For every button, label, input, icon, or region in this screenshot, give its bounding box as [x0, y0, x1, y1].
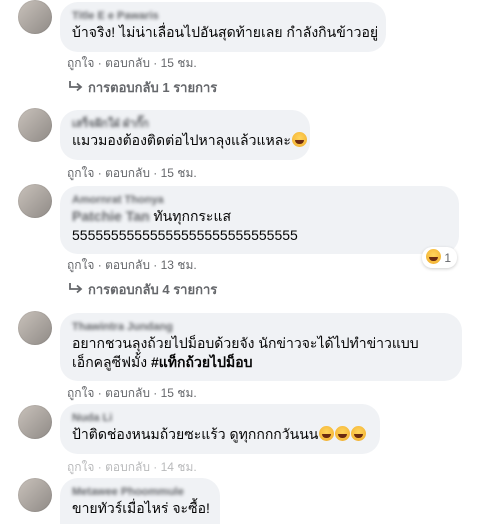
comment-actions: ถูกใจ · ตอบกลับ · 13 ชม. [67, 258, 197, 272]
comment-bubble: Thawintra Jundang อยากชวนลุงถ้วยไปม็อบด้… [60, 313, 462, 381]
comment-text: ป้าติดช่องหนมถ้วยซะแร้ว ดูทุกกกกวันนน [72, 425, 368, 444]
avatar[interactable] [18, 184, 52, 218]
like-link[interactable]: ถูกใจ [67, 166, 94, 180]
avatar[interactable] [18, 311, 52, 345]
view-replies-link[interactable]: การตอบกลับ 1 รายการ [68, 80, 217, 96]
comment-text: ขายทัวร์เมื่อไหร่ จะซื้อ! [72, 500, 210, 516]
comment-time[interactable]: 15 ชม. [161, 56, 197, 70]
tagged-user[interactable]: Patchie Tan [72, 208, 150, 224]
like-link[interactable]: ถูกใจ [67, 56, 94, 70]
hashtag-link[interactable]: #แท็กถ้วยไปม็อบ [151, 354, 253, 370]
reply-arrow-icon [69, 81, 83, 92]
commenter-name[interactable]: เสร็จฝักใฝ่ ฝ่ากั๊ก [72, 117, 298, 131]
reply-link[interactable]: ตอบกลับ [105, 386, 150, 400]
avatar[interactable] [18, 108, 52, 142]
commenter-name[interactable]: Title E e Pawaris [72, 9, 374, 23]
replies-label: การตอบกลับ 1 รายการ [88, 80, 218, 95]
comment-actions: ถูกใจ · ตอบกลับ · 15 ชม. [67, 56, 197, 70]
like-link[interactable]: ถูกใจ [67, 258, 94, 272]
laughing-emoji-icon [351, 426, 367, 441]
comment-actions: ถูกใจ · ตอบกลับ · 15 ชม. [67, 166, 197, 180]
avatar[interactable] [18, 0, 52, 34]
comment-time[interactable]: 14 ชม. [161, 460, 197, 474]
like-link[interactable]: ถูกใจ [67, 386, 94, 400]
comment-actions: ถูกใจ · ตอบกลับ · 15 ชม. [67, 386, 197, 400]
comment-bubble: Title E e Pawaris บ้าจริง! ไม่น่าเลื่อนไ… [60, 2, 386, 52]
avatar[interactable] [18, 478, 52, 512]
laughing-emoji-icon [291, 132, 307, 147]
comment-bubble: Amornrat Thonya Patchie Tan ทันทุกกระแส … [60, 186, 459, 254]
comment-actions: ถูกใจ · ตอบกลับ · 14 ชม. [67, 460, 197, 474]
comment-bubble: เสร็จฝักใฝ่ ฝ่ากั๊ก แมวมองต้องติดต่อไปหา… [60, 110, 310, 160]
comment-text-line2: เอ็กคลูซีฟมั้ง #แท็กถ้วยไปม็อบ [72, 354, 253, 370]
commenter-name[interactable]: Thawintra Jundang [72, 320, 450, 334]
reply-link[interactable]: ตอบกลับ [105, 258, 150, 272]
laughing-emoji-icon [319, 426, 335, 441]
comment-text-line2: 55555555555555555555555555555 [72, 227, 298, 243]
comment-text: อยากชวนลุงถ้วยไปม็อบด้วยจัง นักข่าวจะได้… [72, 335, 419, 351]
view-replies-link[interactable]: การตอบกลับ 4 รายการ [68, 282, 217, 298]
laughing-emoji-icon [335, 426, 351, 441]
comment-time[interactable]: 13 ชม. [161, 258, 197, 272]
comment-bubble: Metawee Phoommule ขายทัวร์เมื่อไหร่ จะซื… [60, 478, 220, 524]
comment-text: แมวมองต้องติดต่อไปหาลุงแล้วแหละ [72, 131, 307, 150]
comment-text: บ้าจริง! ไม่น่าเลื่อนไปอันสุดท้ายเลย กำล… [72, 24, 379, 40]
reaction-badge[interactable]: 1 [422, 247, 458, 268]
laughing-emoji-icon [426, 249, 441, 264]
comment-bubble: Nuda Li ป้าติดช่องหนมถ้วยซะแร้ว ดูทุกกกก… [60, 404, 380, 454]
reply-link[interactable]: ตอบกลับ [105, 460, 150, 474]
comment-time[interactable]: 15 ชม. [161, 386, 197, 400]
reply-arrow-icon [69, 283, 83, 294]
avatar[interactable] [18, 405, 52, 439]
commenter-name[interactable]: Metawee Phoommule [72, 485, 208, 499]
reply-link[interactable]: ตอบกลับ [105, 166, 150, 180]
commenter-name[interactable]: Nuda Li [72, 411, 368, 425]
reply-link[interactable]: ตอบกลับ [105, 56, 150, 70]
comment-text: Patchie Tan ทันทุกกระแส [72, 208, 232, 224]
replies-label: การตอบกลับ 4 รายการ [88, 282, 218, 297]
reaction-count: 1 [444, 251, 452, 265]
comment-time[interactable]: 15 ชม. [161, 166, 197, 180]
commenter-name[interactable]: Amornrat Thonya [72, 193, 447, 207]
like-link[interactable]: ถูกใจ [67, 460, 94, 474]
